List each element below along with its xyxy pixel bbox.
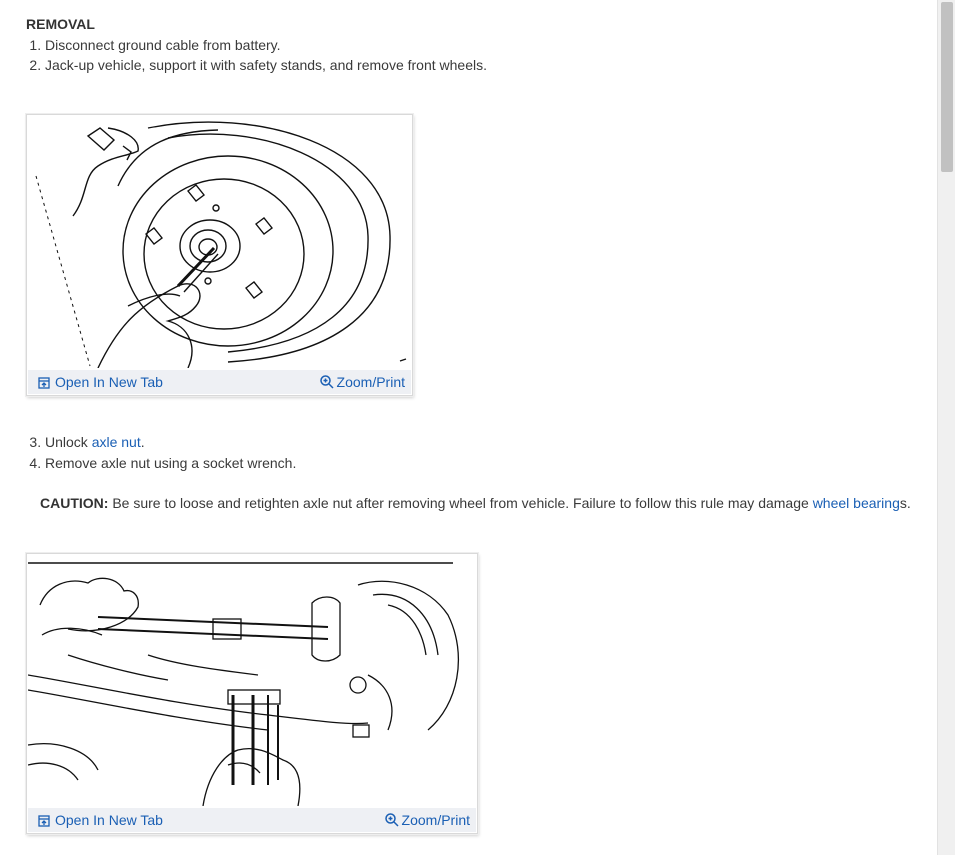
- zoom-print-button[interactable]: Zoom/Print: [384, 808, 470, 834]
- open-new-tab-icon: [38, 810, 50, 834]
- step-3-prefix: Unlock: [45, 434, 92, 450]
- page: REMOVAL Disconnect ground cable from bat…: [0, 0, 955, 855]
- step-2: Jack-up vehicle, support it with safety …: [45, 55, 926, 76]
- zoom-icon: [384, 810, 399, 834]
- open-in-new-tab-label: Open In New Tab: [55, 812, 163, 828]
- zoom-print-label: Zoom/Print: [401, 812, 470, 828]
- step-3: Unlock axle nut.: [45, 432, 296, 453]
- vertical-scrollbar[interactable]: [937, 0, 955, 855]
- axle-nut-link[interactable]: axle nut: [92, 434, 141, 450]
- figure-axle-nut-removal: Open In New Tab Zoom/Print: [26, 553, 478, 834]
- caution-label: CAUTION:: [40, 495, 109, 511]
- open-in-new-tab-button[interactable]: Open In New Tab: [38, 808, 163, 834]
- zoom-icon: [319, 372, 334, 396]
- steps-list-second: Unlock axle nut. Remove axle nut using a…: [26, 432, 296, 473]
- section-heading: REMOVAL: [26, 16, 95, 32]
- caution-note: CAUTION: Be sure to loose and retighten …: [40, 493, 911, 513]
- open-in-new-tab-label: Open In New Tab: [55, 374, 163, 390]
- wheel-hub-illustration: [28, 116, 411, 368]
- removal-section: REMOVAL Disconnect ground cable from bat…: [26, 14, 926, 76]
- step-3-suffix: .: [140, 434, 145, 450]
- figure-wheel-hub: Open In New Tab Zoom/Print: [26, 114, 413, 396]
- figure-toolbar: Open In New Tab Zoom/Print: [28, 808, 476, 832]
- caution-text: Be sure to loose and retighten axle nut …: [108, 495, 813, 511]
- axle-nut-removal-illustration: [28, 555, 476, 806]
- steps-list-second-wrapper: Unlock axle nut. Remove axle nut using a…: [26, 432, 296, 473]
- scrollbar-thumb[interactable]: [941, 2, 953, 172]
- step-1: Disconnect ground cable from battery.: [45, 35, 926, 56]
- step-4: Remove axle nut using a socket wrench.: [45, 453, 296, 474]
- zoom-print-button[interactable]: Zoom/Print: [319, 370, 405, 396]
- open-in-new-tab-button[interactable]: Open In New Tab: [38, 370, 163, 396]
- caution-link-suffix: s.: [899, 495, 911, 511]
- wheel-bearing-link[interactable]: wheel bearing: [813, 495, 900, 511]
- figure-toolbar: Open In New Tab Zoom/Print: [28, 370, 411, 394]
- steps-list-first: Disconnect ground cable from battery. Ja…: [26, 35, 926, 76]
- open-new-tab-icon: [38, 372, 50, 396]
- zoom-print-label: Zoom/Print: [336, 374, 405, 390]
